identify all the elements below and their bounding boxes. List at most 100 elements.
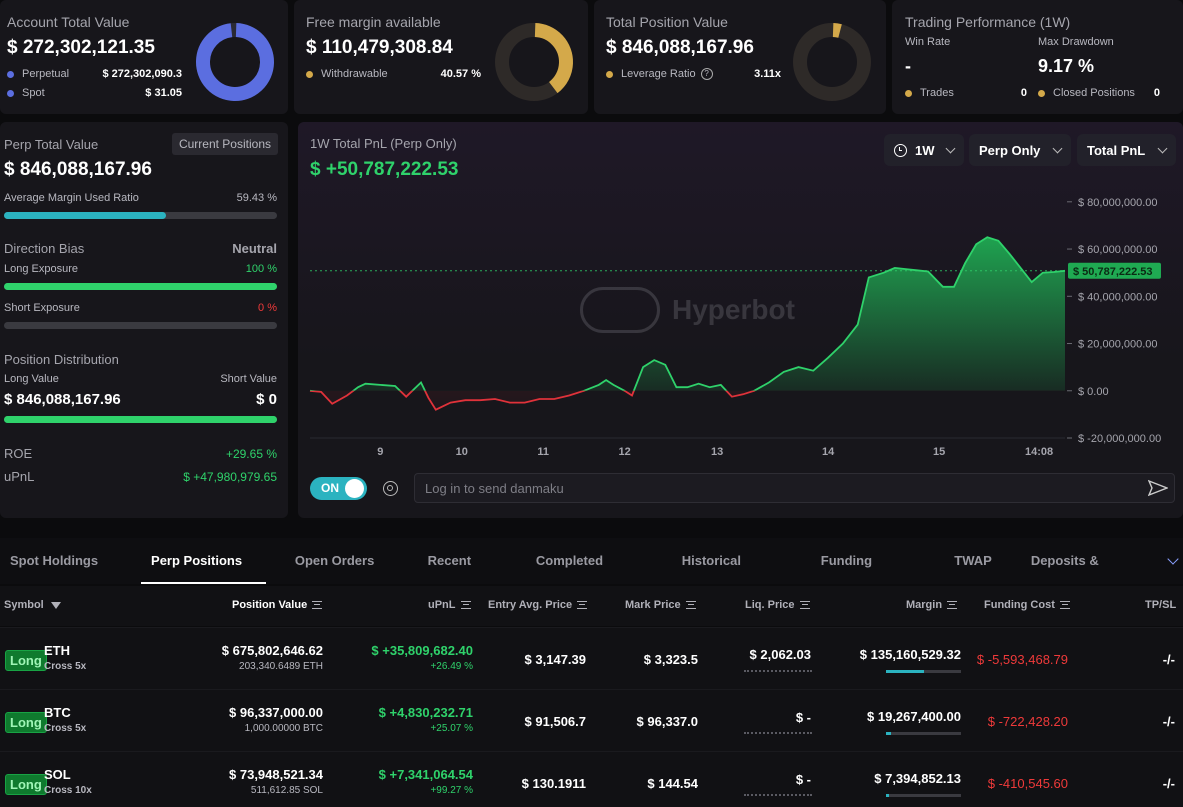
- performance-label: Trading Performance (1W): [905, 14, 1071, 30]
- free-margin-value: $ 110,479,308.84: [306, 37, 453, 58]
- spot-legend-value: $ 31.05: [145, 87, 182, 99]
- header-liq[interactable]: Liq. Price: [745, 599, 810, 611]
- entry-price: $ 3,147.39: [524, 652, 586, 667]
- watermark-text: Hyperbot: [672, 294, 795, 325]
- long-value: $ 846,088,167.96: [4, 391, 121, 408]
- liq-distance-bar: [744, 732, 812, 734]
- table-row[interactable]: Long SOL Cross 10x $ 73,948,521.34 511,6…: [0, 751, 1183, 807]
- account-donut-chart: [196, 22, 274, 101]
- table-row[interactable]: Long ETH Cross 5x $ 675,802,646.62 203,3…: [0, 627, 1183, 689]
- tab-perp-positions-3[interactable]: Perp Positions (3): [141, 538, 266, 614]
- metric-dropdown[interactable]: Total PnL: [1077, 134, 1177, 166]
- position-value-cell: $ 675,802,646.62 203,340.6489 ETH: [222, 643, 323, 672]
- tab-completed-trades[interactable]: Completed Trades: [526, 538, 653, 614]
- liq-distance-bar: [744, 794, 812, 796]
- danmaku-toggle[interactable]: ON: [310, 477, 367, 500]
- trades-value: 0: [1020, 87, 1027, 99]
- direction-bias-value: Neutral: [232, 241, 277, 256]
- send-icon[interactable]: [1148, 479, 1168, 497]
- x-tick-label: 14:08: [1025, 446, 1053, 458]
- danmaku-settings-icon[interactable]: [383, 481, 398, 496]
- tpsl-value[interactable]: -/-: [1163, 714, 1175, 729]
- symbol-cell[interactable]: ETH Cross 5x: [44, 643, 86, 672]
- mark-price: $ 144.54: [647, 776, 698, 791]
- y-tick-label: $ 60,000,000.00: [1078, 244, 1158, 256]
- header-symbol-label: Symbol: [4, 599, 44, 611]
- long-exposure-bar: [4, 283, 277, 290]
- account-total-value: $ 272,302,121.35: [7, 37, 155, 58]
- filter-icon[interactable]: [50, 601, 61, 609]
- mark-price: $ 3,323.5: [643, 652, 698, 667]
- position-value: $ 675,802,646.62: [221, 643, 323, 658]
- header-entry[interactable]: Entry Avg. Price: [488, 599, 588, 611]
- period-dropdown[interactable]: 1W: [884, 134, 964, 166]
- long-exposure-label: Long Exposure: [4, 263, 78, 275]
- position-qty: 203,340.6489 ETH: [239, 661, 323, 672]
- margin-ratio-bar: [886, 732, 961, 735]
- perp-total-value: $ 846,088,167.96: [4, 159, 152, 180]
- upnl-cell: $ +4,830,232.71 +25.07 %: [379, 705, 473, 734]
- short-value-label: Short Value: [220, 373, 277, 385]
- short-exposure-label: Short Exposure: [4, 302, 80, 314]
- symbol-name: BTC: [44, 705, 71, 720]
- y-tick-label: $ 80,000,000.00: [1078, 197, 1158, 209]
- header-position-value[interactable]: Position Value: [232, 599, 323, 611]
- header-upnl[interactable]: uPnL: [428, 599, 471, 611]
- liq-distance-bar: [744, 670, 812, 672]
- margin-mode: Cross 5x: [44, 661, 87, 672]
- margin-ratio-bar: [886, 794, 961, 797]
- spot-dot-icon: [7, 89, 14, 97]
- side-badge: Long: [5, 774, 47, 795]
- sort-icon: [1059, 601, 1070, 610]
- leverage-value: 3.11x: [754, 68, 781, 80]
- tab-open-orders-0[interactable]: Open Orders (0): [285, 538, 399, 614]
- tpsl-value[interactable]: -/-: [1163, 776, 1175, 791]
- header-funding[interactable]: Funding Cost: [984, 599, 1070, 611]
- symbol-cell[interactable]: BTC Cross 5x: [44, 705, 86, 734]
- sort-icon: [460, 601, 471, 610]
- sort-icon: [312, 601, 323, 610]
- positions-tabs: Spot Holdings (7)Perp Positions (3)Open …: [0, 538, 1183, 614]
- margin-mode: Cross 10x: [44, 785, 92, 796]
- header-mark[interactable]: Mark Price: [625, 599, 696, 611]
- roe-label: ROE: [4, 446, 33, 461]
- scope-dropdown[interactable]: Perp Only: [969, 134, 1072, 166]
- header-symbol[interactable]: Symbol: [4, 599, 61, 611]
- table-row[interactable]: Long BTC Cross 5x $ 96,337,000.00 1,000.…: [0, 689, 1183, 751]
- margin-ratio-bar: [886, 670, 961, 673]
- chevron-down-icon: [1052, 143, 1063, 153]
- header-mark-label: Mark Price: [625, 599, 681, 611]
- symbol-cell[interactable]: SOL Cross 10x: [44, 767, 92, 796]
- tpsl-value[interactable]: -/-: [1163, 652, 1175, 667]
- upnl-value: $ +47,980,979.65: [183, 470, 277, 484]
- current-value-badge-label: $ 50,787,222.53: [1073, 266, 1153, 278]
- tab-twap[interactable]: TWAP: [944, 538, 1002, 584]
- upnl-cell: $ +35,809,682.40 +26.49 %: [371, 643, 473, 672]
- info-icon[interactable]: ?: [700, 68, 713, 80]
- margin-used-value: 59.43 %: [236, 192, 277, 204]
- chevron-down-icon: [945, 143, 955, 153]
- short-exposure-value: 0 %: [258, 302, 277, 314]
- position-qty: 511,612.85 SOL: [250, 785, 323, 796]
- header-margin[interactable]: Margin: [906, 599, 958, 611]
- chart-watermark: Hyperbot: [580, 287, 795, 333]
- tab-historical-orders[interactable]: Historical Orders: [672, 538, 792, 614]
- positions-table-header: Symbol Position Value uPnL Entry Avg. Pr…: [0, 586, 1183, 626]
- tab-spot-holdings-7[interactable]: Spot Holdings (7): [0, 538, 122, 614]
- drawdown-label: Max Drawdown: [1038, 36, 1114, 48]
- header-funding-label: Funding Cost: [984, 599, 1055, 611]
- position-donut-chart: [793, 22, 871, 101]
- header-position-value-label: Position Value: [232, 599, 308, 611]
- chart-value: $ +50,787,222.53: [310, 159, 459, 180]
- tab-deposits-withdraw[interactable]: Deposits & Withdraw: [1021, 538, 1164, 614]
- upnl-label: uPnL: [4, 469, 35, 484]
- entry-price: $ 130.1911: [521, 776, 586, 791]
- current-positions-button[interactable]: Current Positions: [171, 133, 278, 155]
- tab-funding-history[interactable]: Funding History: [811, 538, 926, 614]
- danmaku-input[interactable]: Log in to send danmaku: [414, 473, 1175, 503]
- position-donut-track: [793, 23, 871, 101]
- tab-recent-fills[interactable]: Recent Fills: [418, 538, 507, 614]
- x-tick-label: 10: [456, 446, 468, 458]
- position-distribution-label: Position Distribution: [4, 352, 119, 367]
- side-badge: Long: [5, 650, 47, 671]
